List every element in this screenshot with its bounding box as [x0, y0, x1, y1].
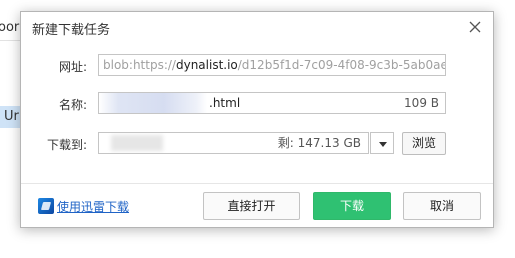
- browse-button[interactable]: 浏览: [402, 132, 446, 155]
- url-host: dynalist.io: [175, 58, 238, 72]
- url-prefix: blob:https://: [103, 58, 176, 72]
- background-divider: [0, 40, 20, 41]
- use-xunlei-label[interactable]: 使用迅雷下载: [57, 198, 129, 215]
- download-path-field[interactable]: 剩: 147.13 GB: [98, 132, 369, 154]
- filename-extension: .html: [209, 96, 241, 110]
- new-download-dialog: 新建下载任务 网址: blob:https://dynalist.io/d12b…: [20, 11, 494, 228]
- dialog-title: 新建下载任务: [32, 23, 111, 38]
- filename-redacted: [99, 93, 207, 113]
- path-dropdown-button[interactable]: [370, 132, 394, 154]
- chevron-down-icon: [379, 142, 387, 147]
- open-directly-button[interactable]: 直接打开: [203, 192, 300, 220]
- footer-divider: [21, 183, 493, 184]
- free-space: 剩: 147.13 GB: [277, 136, 361, 150]
- filename-field[interactable]: .html 109 B: [98, 92, 446, 114]
- path-redacted: [111, 135, 163, 151]
- download-button[interactable]: 下载: [313, 192, 391, 220]
- xunlei-icon: [38, 198, 54, 214]
- background-text-top: oor: [0, 20, 20, 35]
- url-path: /d12b5f1d-7c09-4f08-9c3b-5ab0ae7: [237, 58, 446, 72]
- cancel-button[interactable]: 取消: [403, 192, 481, 220]
- close-icon[interactable]: [465, 17, 485, 37]
- name-label: 名称:: [58, 98, 87, 112]
- url-field[interactable]: blob:https://dynalist.io/d12b5f1d-7c09-4…: [98, 54, 446, 76]
- url-label: 网址:: [58, 60, 87, 74]
- file-size: 109 B: [404, 96, 439, 110]
- path-label: 下载到:: [46, 138, 87, 152]
